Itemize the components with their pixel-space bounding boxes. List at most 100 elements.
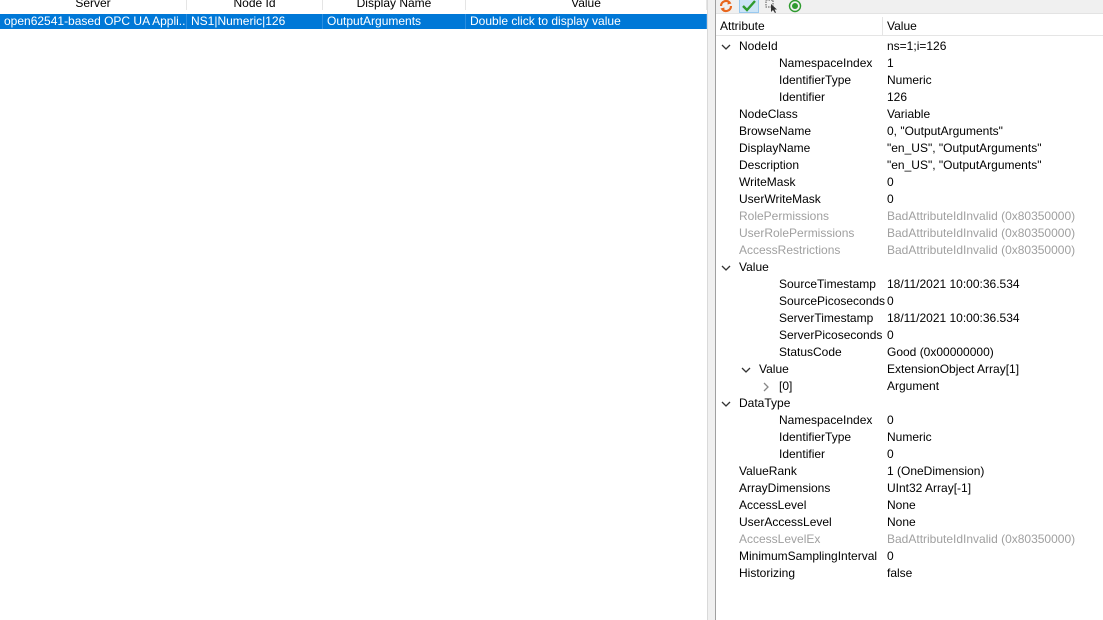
attr-name: ServerPicoseconds <box>779 328 883 342</box>
attr-value: Argument <box>887 379 940 393</box>
attr-value: BadAttributeIdInvalid (0x80350000) <box>887 243 1076 257</box>
attributes-tree: NodeId ns=1;i=126 NamespaceIndex 1 Ident… <box>716 38 1103 582</box>
attr-row-value-array[interactable]: Value ExtensionObject Array[1] <box>716 361 1103 378</box>
attr-value: 1 <box>887 56 894 70</box>
attr-name: NamespaceIndex <box>779 413 873 427</box>
column-header-attribute[interactable]: Attribute <box>716 17 883 35</box>
attr-value: ns=1;i=126 <box>887 39 947 53</box>
attr-row-accesslevel[interactable]: AccessLevel None <box>716 497 1103 514</box>
attr-name: Historizing <box>739 566 796 580</box>
attr-row-identifier[interactable]: Identifier 126 <box>716 89 1103 106</box>
attr-row-nodeclass[interactable]: NodeClass Variable <box>716 106 1103 123</box>
attr-row-description[interactable]: Description "en_US", "OutputArguments" <box>716 157 1103 174</box>
attr-value: UInt32 Array[-1] <box>887 481 972 495</box>
grid-header: Server Node Id Display Name Value <box>0 0 707 12</box>
column-header-display-name[interactable]: Display Name <box>323 0 466 10</box>
attr-row-serverpicoseconds[interactable]: ServerPicoseconds 0 <box>716 327 1103 344</box>
column-header-node-id[interactable]: Node Id <box>187 0 323 10</box>
chevron-right-icon[interactable] <box>760 378 772 395</box>
attr-name: SourceTimestamp <box>779 277 876 291</box>
attr-name: StatusCode <box>779 345 842 359</box>
attr-name: NodeClass <box>739 107 798 121</box>
attr-value: 18/11/2021 10:00:36.534 <box>887 311 1020 325</box>
attr-value: Numeric <box>887 73 932 87</box>
attr-row-namespaceindex[interactable]: NamespaceIndex 1 <box>716 55 1103 72</box>
chevron-down-icon[interactable] <box>720 395 732 412</box>
attr-row-dt-namespaceindex[interactable]: NamespaceIndex 0 <box>716 412 1103 429</box>
column-header-attribute-value[interactable]: Value <box>883 17 1103 35</box>
refresh-icon <box>719 0 733 12</box>
chevron-down-icon[interactable] <box>740 361 752 378</box>
attr-name: BrowseName <box>739 124 812 138</box>
cell-display-name[interactable]: OutputArguments <box>323 14 466 29</box>
grid-row-selected[interactable]: open62541-based OPC UA Appli... NS1|Nume… <box>0 14 707 29</box>
attr-row-nodeid[interactable]: NodeId ns=1;i=126 <box>716 38 1103 55</box>
attr-name: NodeId <box>739 39 778 53</box>
attr-name: DataType <box>739 396 791 410</box>
attr-row-historizing[interactable]: Historizing false <box>716 565 1103 582</box>
attr-row-valuerank[interactable]: ValueRank 1 (OneDimension) <box>716 463 1103 480</box>
attr-name: Identifier <box>779 447 826 461</box>
attr-name: [0] <box>779 379 793 393</box>
attr-name: AccessRestrictions <box>739 243 841 257</box>
attr-row-servertimestamp[interactable]: ServerTimestamp 18/11/2021 10:00:36.534 <box>716 310 1103 327</box>
attr-name: SourcePicoseconds <box>779 294 886 308</box>
attr-row-rolepermissions[interactable]: RolePermissions BadAttributeIdInvalid (0… <box>716 208 1103 225</box>
monitor-button[interactable] <box>785 0 805 13</box>
attr-name: MinimumSamplingInterval <box>739 549 878 563</box>
refresh-button[interactable] <box>716 0 736 13</box>
attr-row-minimumsamplinginterval[interactable]: MinimumSamplingInterval 0 <box>716 548 1103 565</box>
attr-row-accesslevelex[interactable]: AccessLevelEx BadAttributeIdInvalid (0x8… <box>716 531 1103 548</box>
attr-row-useraccesslevel[interactable]: UserAccessLevel None <box>716 514 1103 531</box>
attr-row-browsename[interactable]: BrowseName 0, "OutputArguments" <box>716 123 1103 140</box>
attr-value: None <box>887 515 916 529</box>
attr-row-dt-identifiertype[interactable]: IdentifierType Numeric <box>716 429 1103 446</box>
attr-row-accessrestrictions[interactable]: AccessRestrictions BadAttributeIdInvalid… <box>716 242 1103 259</box>
attr-row-sourcepicoseconds[interactable]: SourcePicoseconds 0 <box>716 293 1103 310</box>
cell-node-id[interactable]: NS1|Numeric|126 <box>187 14 323 29</box>
show-valid-attributes-button[interactable] <box>739 0 759 13</box>
attr-name: AccessLevelEx <box>739 532 821 546</box>
cell-value[interactable]: Double click to display value <box>466 14 707 29</box>
attr-row-identifiertype[interactable]: IdentifierType Numeric <box>716 72 1103 89</box>
attr-row-dt-identifier[interactable]: Identifier 0 <box>716 446 1103 463</box>
attr-value: BadAttributeIdInvalid (0x80350000) <box>887 226 1076 240</box>
attr-value: BadAttributeIdInvalid (0x80350000) <box>887 209 1076 223</box>
attr-value: 0 <box>887 175 894 189</box>
attr-value: None <box>887 498 916 512</box>
attr-row-displayname[interactable]: DisplayName "en_US", "OutputArguments" <box>716 140 1103 157</box>
select-button[interactable] <box>762 0 782 13</box>
attr-name: NamespaceIndex <box>779 56 873 70</box>
attr-row-datatype[interactable]: DataType <box>716 395 1103 412</box>
attr-value: Good (0x00000000) <box>887 345 994 359</box>
attr-name: ValueRank <box>739 464 797 478</box>
attr-name: AccessLevel <box>739 498 807 512</box>
column-header-server[interactable]: Server <box>0 0 187 10</box>
attr-value: ExtensionObject Array[1] <box>887 362 1020 376</box>
attributes-header: Attribute Value <box>716 17 1103 36</box>
attr-row-arraydimensions[interactable]: ArrayDimensions UInt32 Array[-1] <box>716 480 1103 497</box>
attr-row-userwritemask[interactable]: UserWriteMask 0 <box>716 191 1103 208</box>
check-icon <box>742 0 756 12</box>
attr-row-statuscode[interactable]: StatusCode Good (0x00000000) <box>716 344 1103 361</box>
attr-value: 126 <box>887 90 908 104</box>
attr-row-writemask[interactable]: WriteMask 0 <box>716 174 1103 191</box>
attr-value: BadAttributeIdInvalid (0x80350000) <box>887 532 1076 546</box>
attr-name: UserRolePermissions <box>739 226 855 240</box>
attr-row-sourcetimestamp[interactable]: SourceTimestamp 18/11/2021 10:00:36.534 <box>716 276 1103 293</box>
cell-server[interactable]: open62541-based OPC UA Appli... <box>0 14 187 29</box>
attr-row-userrolepermissions[interactable]: UserRolePermissions BadAttributeIdInvali… <box>716 225 1103 242</box>
attr-value: false <box>887 566 913 580</box>
attr-value: 18/11/2021 10:00:36.534 <box>887 277 1020 291</box>
column-header-value[interactable]: Value <box>466 0 707 10</box>
chevron-down-icon[interactable] <box>720 259 732 276</box>
attr-row-value[interactable]: Value <box>716 259 1103 276</box>
attr-value: 0 <box>887 447 894 461</box>
attr-name: UserWriteMask <box>739 192 821 206</box>
record-icon <box>788 0 802 12</box>
chevron-down-icon[interactable] <box>720 38 732 55</box>
attr-name: IdentifierType <box>779 430 852 444</box>
attr-value: 0 <box>887 294 894 308</box>
pane-splitter[interactable] <box>707 0 715 620</box>
attr-row-array-item-0[interactable]: [0] Argument <box>716 378 1103 395</box>
